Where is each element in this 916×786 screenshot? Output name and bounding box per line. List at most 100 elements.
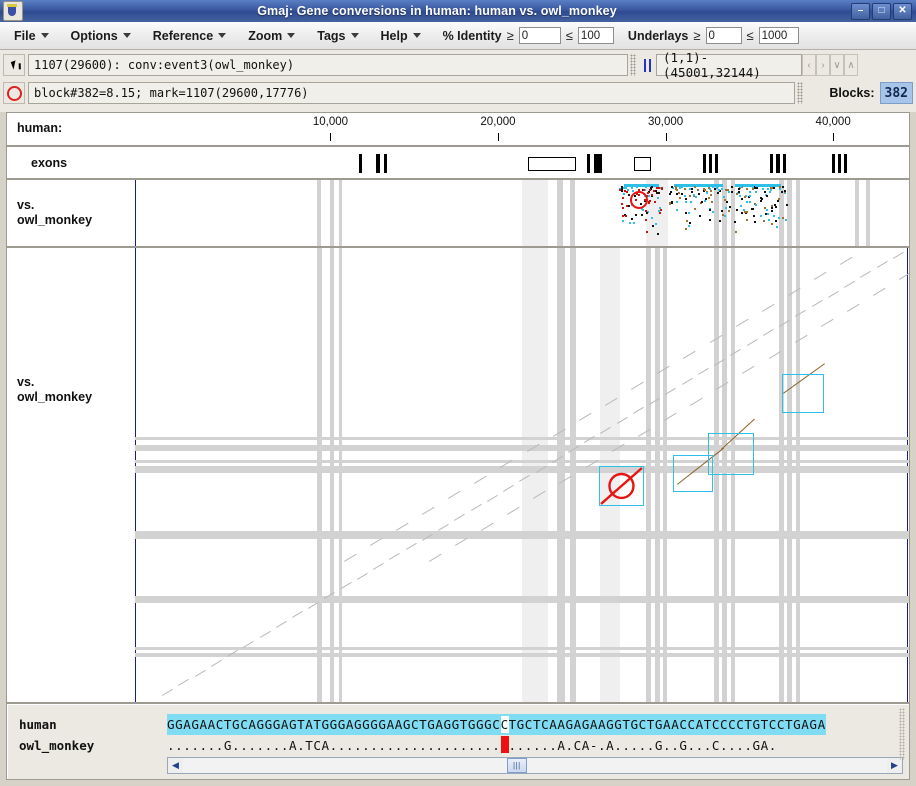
mini-plot-dot bbox=[748, 200, 751, 203]
sequence-mark-highlight-bottom bbox=[500, 736, 509, 753]
grid-vertical-band bbox=[787, 248, 793, 702]
alignment-diagonal-segment bbox=[275, 621, 287, 628]
mini-plot-dot bbox=[746, 219, 749, 222]
selected-conversion-marker-icon[interactable] bbox=[599, 466, 644, 506]
pct-identity-min-input[interactable]: 0 bbox=[518, 27, 561, 44]
mini-grid-vertical-band bbox=[330, 180, 334, 246]
blocks-box: Blocks: 382 bbox=[824, 80, 913, 106]
main-plot-area[interactable] bbox=[135, 248, 909, 702]
mini-plot-dot bbox=[623, 189, 626, 192]
scrollbar-thumb[interactable]: ||| bbox=[506, 758, 527, 773]
nav-down-button[interactable]: ∨ bbox=[830, 54, 844, 76]
sequence-horizontal-scrollbar[interactable]: ◀ ||| ▶ bbox=[167, 757, 903, 774]
exon-bar[interactable] bbox=[782, 154, 786, 173]
close-button[interactable]: ✕ bbox=[893, 2, 912, 20]
sequence-text-area[interactable]: GGAGAACTGCAGGGAGTATGGGAGGGGAAGCTGAGGTGGG… bbox=[167, 714, 905, 758]
nav-prev-button[interactable]: ‹ bbox=[802, 54, 816, 76]
mini-plot-dot bbox=[658, 192, 661, 195]
grid-horizontal-band bbox=[135, 652, 909, 658]
exon-bar[interactable] bbox=[843, 154, 847, 173]
exon-bar[interactable] bbox=[587, 154, 591, 173]
mini-plot-dot bbox=[760, 196, 763, 199]
nav-up-button[interactable]: ∧ bbox=[844, 54, 858, 76]
exon-bar[interactable] bbox=[837, 154, 841, 173]
toolbar-grip[interactable] bbox=[630, 54, 636, 76]
alignment-diagonal-segment bbox=[827, 290, 839, 298]
alignment-diagonal-segment bbox=[847, 303, 860, 312]
scrollbar-track[interactable]: ||| bbox=[183, 758, 887, 773]
mini-plot-dot bbox=[763, 206, 766, 209]
underlays-label: Underlays bbox=[627, 28, 689, 43]
pct-identity-label: % Identity bbox=[442, 28, 502, 43]
mini-plot-dot bbox=[749, 195, 752, 198]
mini-plot-dot bbox=[669, 192, 672, 195]
blocks-count[interactable]: 382 bbox=[879, 82, 913, 104]
underlays-max-input[interactable]: 1000 bbox=[758, 27, 799, 44]
ruler-track[interactable]: 10,000 20,000 30,000 40,000 bbox=[135, 113, 909, 145]
mini-plot-dot bbox=[622, 215, 625, 218]
mini-plot-area[interactable] bbox=[135, 180, 909, 246]
java-coffee-cup-icon bbox=[3, 1, 23, 21]
underlays-min-input[interactable]: 0 bbox=[705, 27, 742, 44]
exon-bar[interactable] bbox=[383, 154, 387, 173]
menu-file-label: File bbox=[14, 28, 36, 43]
conversion-highlight-box[interactable] bbox=[707, 432, 755, 475]
alignment-diagonal-segment bbox=[428, 553, 442, 562]
sequence-label-owl-monkey: owl_monkey bbox=[19, 738, 95, 753]
alignment-diagonal-segment bbox=[735, 319, 749, 328]
mini-plot-dot bbox=[716, 187, 719, 190]
exon-bar[interactable] bbox=[709, 154, 713, 173]
mini-plot-dot bbox=[671, 202, 674, 205]
exon-track[interactable] bbox=[135, 147, 909, 178]
mini-grid-vertical-band bbox=[522, 180, 549, 246]
blocks-grip[interactable] bbox=[797, 82, 803, 104]
main-dotplot-panel: vs. owl_monkey bbox=[6, 247, 910, 703]
scroll-right-arrow-icon[interactable]: ▶ bbox=[887, 758, 902, 773]
red-circle-icon[interactable] bbox=[3, 82, 25, 104]
mini-plot-dot bbox=[676, 192, 679, 195]
alignment-diagonal-segment bbox=[665, 387, 677, 395]
chevron-down-icon bbox=[218, 33, 227, 38]
main-axis-line-right bbox=[907, 248, 908, 702]
exon-bar[interactable] bbox=[376, 154, 380, 173]
alignment-diagonal-segment bbox=[892, 251, 904, 259]
grid-vertical-band bbox=[778, 248, 784, 702]
nav-next-button[interactable]: › bbox=[816, 54, 830, 76]
mini-plot-dot bbox=[650, 186, 653, 189]
mini-plot-dot bbox=[740, 205, 743, 208]
alignment-diagonal-segment bbox=[373, 562, 384, 570]
exon-bar[interactable] bbox=[770, 154, 774, 173]
exon-box[interactable] bbox=[634, 157, 652, 171]
alignment-diagonal-segment bbox=[369, 538, 383, 547]
pct-identity-max-input[interactable]: 100 bbox=[577, 27, 614, 44]
menu-options[interactable]: Options bbox=[71, 29, 131, 43]
conversion-highlight-box[interactable] bbox=[782, 374, 824, 413]
exon-bar[interactable] bbox=[594, 154, 603, 173]
sequence-panel-grip[interactable] bbox=[899, 708, 905, 760]
mini-selected-marker-icon[interactable] bbox=[627, 190, 653, 212]
exon-bar[interactable] bbox=[776, 154, 780, 173]
underlays-ge-operator: ≥ bbox=[693, 28, 701, 43]
grid-vertical-band bbox=[662, 248, 667, 702]
menu-file[interactable]: File bbox=[14, 29, 49, 43]
exon-bar[interactable] bbox=[703, 154, 707, 173]
maximize-button[interactable]: □ bbox=[872, 2, 891, 20]
exon-bar[interactable] bbox=[358, 154, 362, 173]
menu-reference[interactable]: Reference bbox=[153, 29, 227, 43]
grid-vertical-band bbox=[655, 248, 660, 702]
arrow-pointer-icon[interactable] bbox=[3, 54, 25, 76]
grid-horizontal-band bbox=[135, 436, 909, 440]
mini-plot-dot bbox=[746, 210, 749, 213]
sequence-marked-base: C bbox=[500, 717, 509, 732]
exon-box[interactable] bbox=[528, 157, 577, 171]
menu-zoom[interactable]: Zoom bbox=[248, 29, 296, 43]
minimize-button[interactable]: – bbox=[851, 2, 870, 20]
pause-bars-icon[interactable] bbox=[638, 54, 656, 76]
menu-help[interactable]: Help bbox=[381, 29, 421, 43]
grid-vertical-band bbox=[713, 248, 719, 702]
scroll-left-arrow-icon[interactable]: ◀ bbox=[168, 758, 183, 773]
exon-bar[interactable] bbox=[715, 154, 719, 173]
menu-tags[interactable]: Tags bbox=[317, 29, 359, 43]
mini-plot-dot bbox=[781, 186, 784, 189]
exon-bar[interactable] bbox=[831, 154, 835, 173]
